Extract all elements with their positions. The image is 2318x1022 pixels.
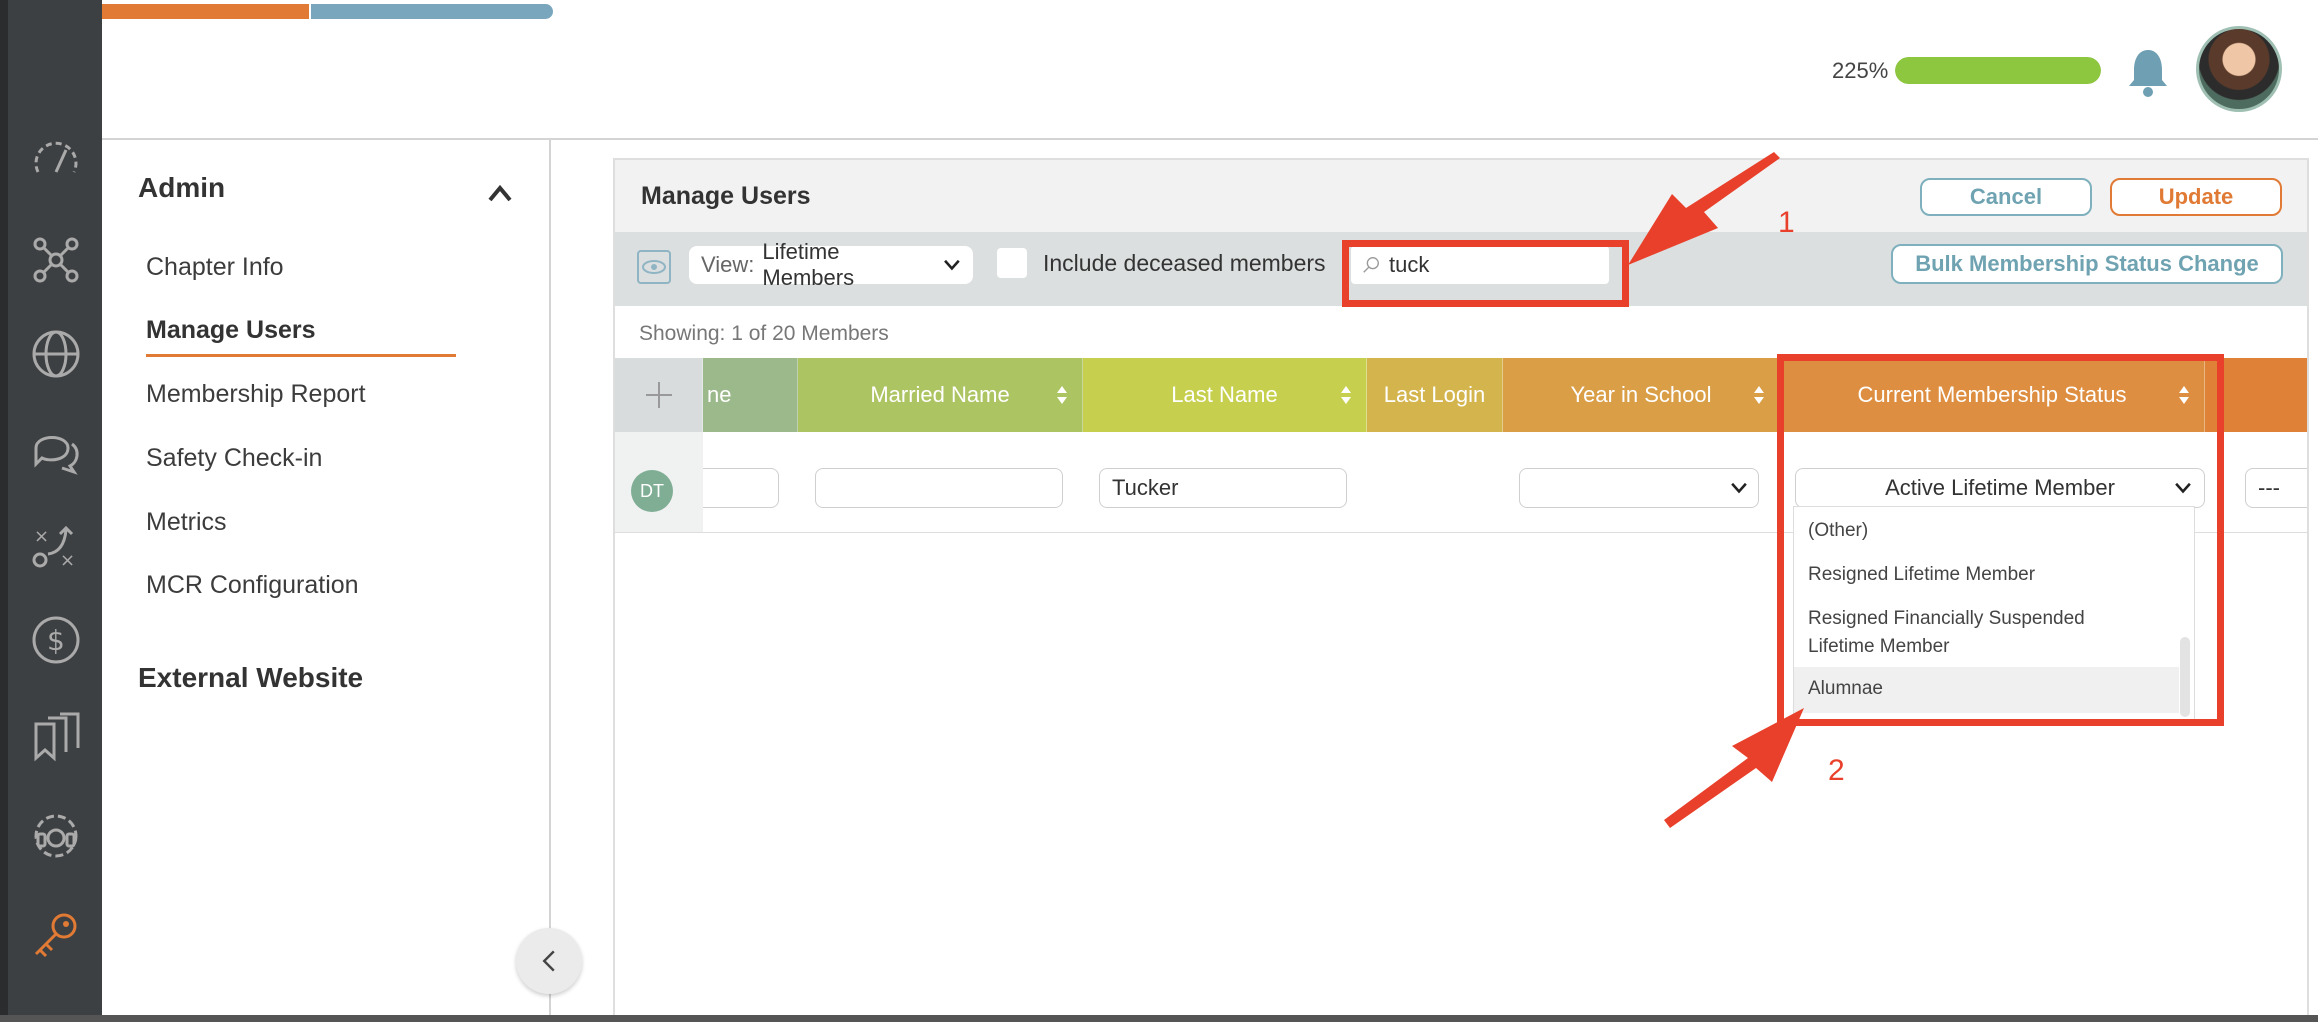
top-accent-bar-orange (102, 4, 309, 19)
icon-rail: × × $ (8, 0, 102, 1018)
last-name-field[interactable]: Tucker (1099, 468, 1347, 508)
svg-text:$: $ (47, 624, 65, 657)
sort-icon (1754, 386, 1764, 404)
svg-text:×: × (34, 526, 49, 547)
avatar[interactable] (2196, 26, 2282, 112)
first-name-field[interactable] (703, 468, 779, 508)
panel-header: Manage Users Cancel Update (615, 160, 2307, 232)
menu-item-membership-report[interactable]: Membership Report (146, 380, 366, 409)
menu-item-safety-check-in[interactable]: Safety Check-in (146, 444, 322, 473)
bookmarks-icon[interactable] (28, 710, 84, 766)
view-value: Lifetime Members (762, 239, 855, 290)
annotation-arrow-1 (1628, 152, 1780, 265)
married-name-field[interactable] (815, 468, 1063, 508)
menu-item-chapter-info[interactable]: Chapter Info (146, 253, 284, 282)
annotation-box-status (1777, 354, 2224, 726)
view-select[interactable]: View: Lifetime Members (689, 239, 973, 290)
chevron-up-icon[interactable] (486, 182, 514, 204)
include-deceased-checkbox[interactable] (997, 248, 1027, 278)
cancel-button[interactable]: Cancel (1920, 178, 2092, 216)
menu-item-metrics[interactable]: Metrics (146, 508, 227, 537)
column-header-last-login[interactable]: Last Login (1367, 358, 1503, 432)
progress-label: 225% (1832, 58, 1889, 83)
column-header-last-name[interactable]: Last Name (1083, 358, 1367, 432)
sort-icon (1057, 386, 1067, 404)
menu-divider (549, 140, 551, 1018)
next-column-field[interactable]: --- (2245, 468, 2307, 508)
chevron-left-icon (542, 950, 555, 972)
include-deceased-label: Include deceased members (1043, 250, 1326, 276)
view-prefix: View: (701, 252, 755, 277)
chat-icon[interactable] (28, 422, 84, 478)
chevron-down-icon (944, 259, 960, 271)
sort-icon (1341, 386, 1351, 404)
annotation-number-1: 1 (1778, 206, 1795, 239)
dollar-icon[interactable]: $ (28, 612, 84, 668)
admin-section-title[interactable]: Admin (138, 172, 225, 204)
top-accent-bar-blue (311, 4, 553, 19)
header-divider (102, 138, 2318, 140)
update-button[interactable]: Update (2110, 178, 2282, 216)
menu-item-mcr-configuration[interactable]: MCR Configuration (146, 571, 359, 600)
member-initials-badge[interactable]: DT (631, 470, 673, 512)
window-frame-bottom (0, 1015, 2318, 1022)
progress-bar (1895, 57, 2101, 84)
column-header-married-name[interactable]: Married Name (798, 358, 1083, 432)
chevron-down-icon (1731, 482, 1747, 494)
svg-text:×: × (60, 550, 75, 571)
support-headset-icon[interactable] (28, 808, 84, 864)
window-frame (0, 0, 8, 1022)
annotation-number-2: 2 (1828, 754, 1845, 787)
progress-fill (1895, 57, 2101, 84)
collapse-menu-button[interactable] (516, 928, 582, 994)
showing-count: Showing: 1 of 20 Members (639, 322, 889, 345)
column-header-first-name[interactable]: ne (703, 358, 798, 432)
dashboard-gauge-icon[interactable] (28, 132, 84, 188)
add-row-button[interactable] (615, 358, 703, 432)
annotation-box-search (1342, 240, 1629, 307)
annotation-arrow-2 (1664, 708, 1804, 828)
eye-icon[interactable] (637, 250, 671, 284)
globe-icon[interactable] (28, 326, 84, 382)
external-website-title[interactable]: External Website (138, 662, 363, 694)
active-menu-underline (146, 354, 456, 357)
column-label: Married Name (870, 382, 1010, 407)
column-header-year-in-school[interactable]: Year in School (1503, 358, 1780, 432)
panel-title: Manage Users (641, 182, 811, 210)
column-label: Year in School (1570, 382, 1712, 407)
menu-item-manage-users[interactable]: Manage Users (146, 316, 316, 345)
key-icon[interactable] (28, 908, 84, 964)
strategy-icon[interactable]: × × (28, 518, 84, 574)
bulk-membership-status-change-button[interactable]: Bulk Membership Status Change (1891, 244, 2283, 284)
bell-icon[interactable] (2126, 46, 2170, 98)
year-in-school-select[interactable] (1519, 468, 1759, 508)
column-label: Last Name (1171, 382, 1278, 407)
network-icon[interactable] (28, 232, 84, 288)
plus-icon (645, 382, 672, 408)
